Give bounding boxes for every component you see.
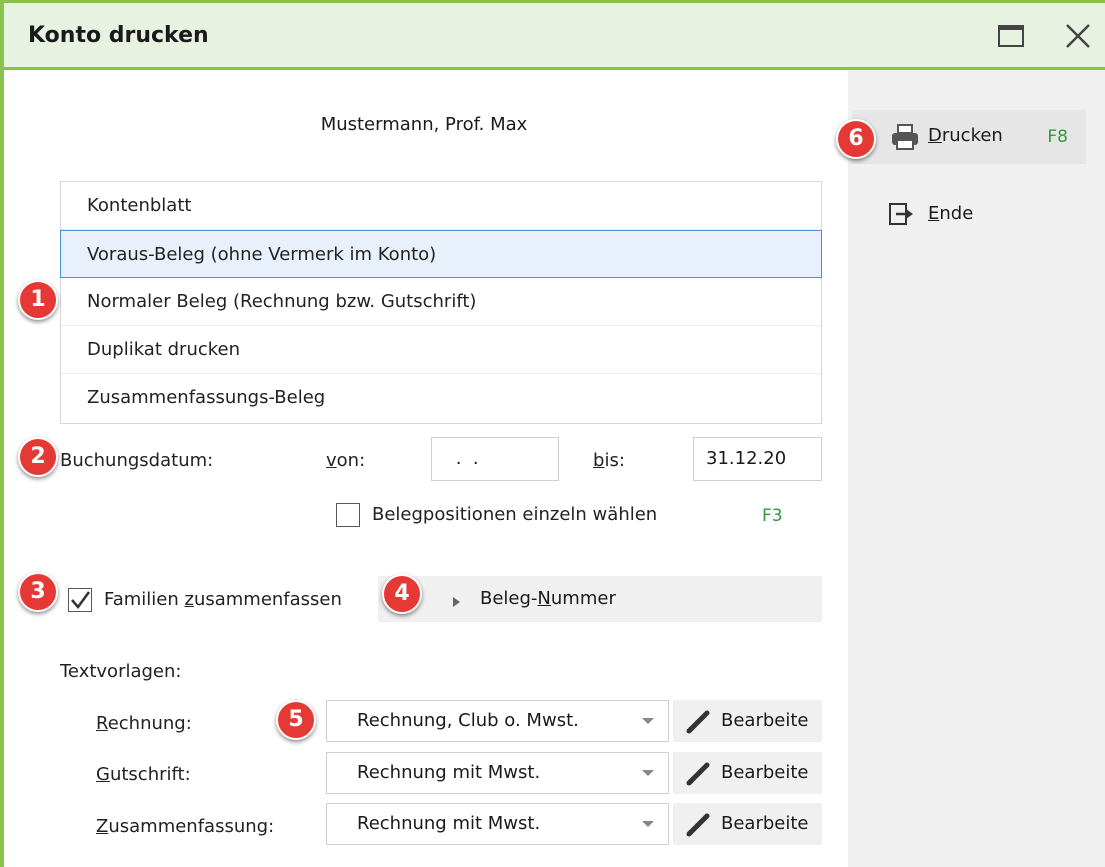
annotation-badge-2: 2 bbox=[18, 437, 58, 477]
select-positions-label: Belegpositionen einzeln wählen bbox=[372, 504, 658, 525]
family-label: Familien zusammenfassen bbox=[104, 589, 342, 610]
close-icon[interactable] bbox=[1062, 21, 1094, 51]
invoice-template-select[interactable]: Rechnung, Club o. Mwst. bbox=[326, 700, 669, 742]
print-button[interactable]: Drucken F8 bbox=[852, 110, 1086, 164]
family-checkbox[interactable] bbox=[68, 588, 92, 612]
summary-template-label: Zusammenfassung: bbox=[96, 816, 275, 837]
annotation-badge-3: 3 bbox=[18, 572, 58, 612]
exit-button[interactable]: Ende bbox=[852, 190, 1086, 238]
printer-icon bbox=[890, 123, 920, 156]
triangle-right-icon bbox=[452, 593, 462, 612]
templates-heading: Textvorlagen: bbox=[60, 661, 182, 682]
beleg-nummer-label: Beleg-Nummer bbox=[480, 588, 616, 609]
maximize-icon[interactable] bbox=[996, 21, 1028, 51]
list-item-voraus-beleg[interactable]: Voraus-Beleg (ohne Vermerk im Konto) bbox=[60, 230, 822, 278]
summary-template-select[interactable]: Rechnung mit Mwst. bbox=[326, 803, 669, 845]
select-positions-checkbox[interactable] bbox=[336, 503, 360, 527]
exit-icon bbox=[888, 201, 914, 232]
customer-name: Mustermann, Prof. Max bbox=[320, 114, 528, 135]
annotation-badge-1: 1 bbox=[18, 280, 58, 320]
to-date-input[interactable]: 31.12.20 bbox=[693, 437, 822, 481]
annotation-badge-4: 4 bbox=[382, 574, 422, 614]
from-label: von: bbox=[326, 450, 366, 471]
credit-template-select[interactable]: Rechnung mit Mwst. bbox=[326, 752, 669, 794]
list-item-kontenblatt[interactable]: Kontenblatt bbox=[61, 182, 821, 230]
exit-label: Ende bbox=[928, 203, 974, 224]
print-label: Drucken bbox=[928, 125, 1003, 146]
annotation-badge-5: 5 bbox=[276, 700, 316, 740]
select-positions-shortcut: F3 bbox=[762, 506, 783, 526]
pencil-icon bbox=[683, 808, 715, 845]
booking-date-label: Buchungsdatum: bbox=[60, 450, 214, 471]
credit-template-label: Gutschrift: bbox=[96, 764, 191, 785]
to-label: bis: bbox=[593, 450, 625, 471]
title-bar: Konto drucken bbox=[4, 3, 1105, 70]
from-date-input[interactable]: . . bbox=[431, 437, 559, 481]
print-shortcut: F8 bbox=[1047, 127, 1068, 147]
edit-summary-template-button[interactable]: Bearbeite bbox=[673, 803, 822, 845]
pencil-icon bbox=[683, 705, 715, 742]
edit-label: Bearbeite bbox=[721, 813, 809, 834]
summary-template-value: Rechnung mit Mwst. bbox=[357, 813, 541, 834]
chevron-down-icon[interactable] bbox=[628, 753, 668, 793]
invoice-template-label: Rechnung: bbox=[96, 713, 192, 734]
checkmark-icon bbox=[71, 591, 91, 610]
list-item-duplikat[interactable]: Duplikat drucken bbox=[61, 326, 821, 374]
beleg-nummer-expander[interactable]: Beleg-Nummer bbox=[378, 576, 822, 622]
list-item-zusammenfassung[interactable]: Zusammenfassungs-Beleg bbox=[61, 374, 821, 422]
invoice-template-value: Rechnung, Club o. Mwst. bbox=[357, 710, 579, 731]
pencil-icon bbox=[683, 757, 715, 794]
chevron-down-icon[interactable] bbox=[628, 701, 668, 741]
edit-credit-template-button[interactable]: Bearbeite bbox=[673, 752, 822, 794]
annotation-badge-6: 6 bbox=[836, 119, 876, 159]
window-title: Konto drucken bbox=[28, 23, 209, 48]
edit-label: Bearbeite bbox=[721, 762, 809, 783]
list-item-normaler-beleg[interactable]: Normaler Beleg (Rechnung bzw. Gutschrift… bbox=[61, 278, 821, 326]
chevron-down-icon[interactable] bbox=[628, 804, 668, 844]
print-options-list[interactable]: Kontenblatt Voraus-Beleg (ohne Vermerk i… bbox=[60, 181, 822, 424]
edit-invoice-template-button[interactable]: Bearbeite bbox=[673, 700, 822, 742]
credit-template-value: Rechnung mit Mwst. bbox=[357, 762, 541, 783]
edit-label: Bearbeite bbox=[721, 710, 809, 731]
